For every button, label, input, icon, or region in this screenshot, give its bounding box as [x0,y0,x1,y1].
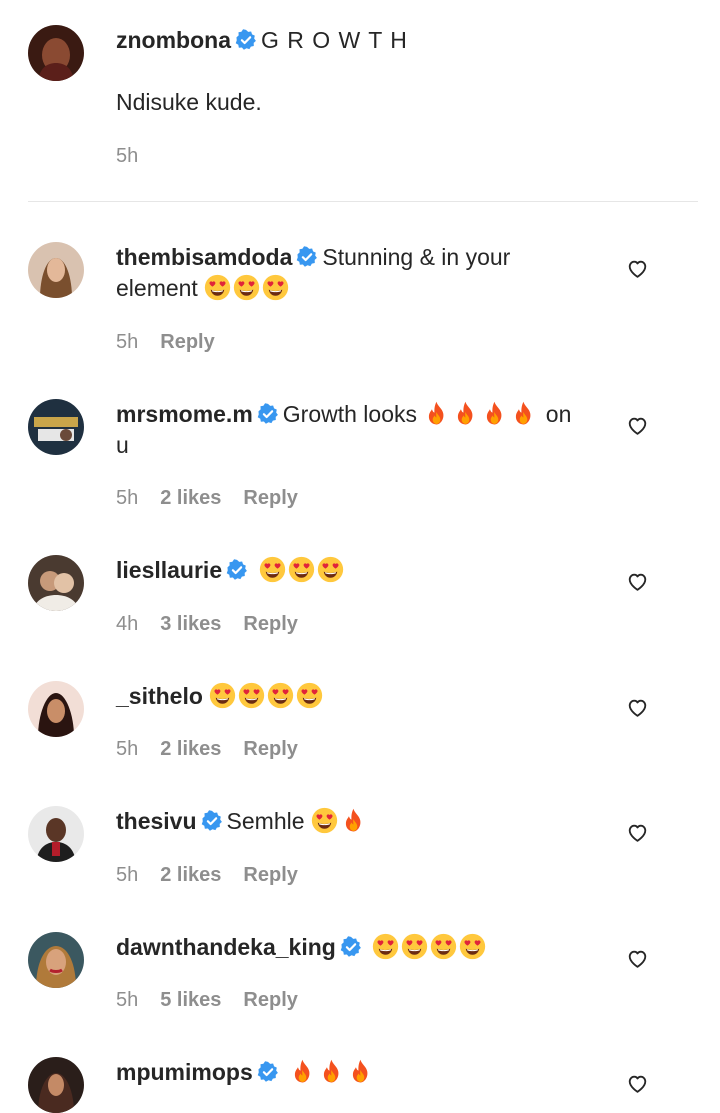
caption-headline: G R O W T H [261,27,408,53]
fire-emoji-icon [340,807,367,834]
reply-button[interactable]: Reply [243,738,297,761]
avatar[interactable] [28,399,84,455]
comment-body: Growth looks [282,401,417,427]
likes-count[interactable]: 5 likes [160,989,221,1012]
comment-meta: 5h 2 likes Reply [116,738,298,761]
username[interactable]: thesivu [116,808,197,834]
comment-body-suffix: on [545,401,572,427]
heart-eyes-emoji-icon [311,807,338,834]
heart-eyes-emoji-icon [459,933,486,960]
timestamp: 5h [116,989,139,1011]
fire-emoji-icon [452,400,479,427]
reply-button[interactable]: Reply [160,331,214,354]
likes-count[interactable]: 2 likes [160,738,221,761]
avatar[interactable] [28,555,84,611]
avatar[interactable] [28,242,84,298]
username[interactable]: mpumimops [116,1059,253,1085]
avatar[interactable] [28,681,84,737]
comment-meta: 5h 5 likes Reply [116,989,298,1012]
heart-eyes-emoji-icon [296,682,323,709]
reply-button[interactable]: Reply [243,989,297,1012]
comment-text: mrsmome.m Growth looks on u [116,399,610,461]
comment-meta: 4h 3 likes Reply [116,613,298,636]
heart-eyes-emoji-icon [259,556,286,583]
heart-eyes-emoji-icon [204,274,231,301]
comment-text: _sithelo [116,681,610,712]
username[interactable]: _sithelo [116,683,203,709]
comment-meta: 5h 2 likes Reply [116,864,298,887]
username[interactable]: znombona [116,27,231,53]
fire-emoji-icon [510,400,537,427]
heart-eyes-emoji-icon [401,933,428,960]
reply-button[interactable]: Reply [243,613,297,636]
username[interactable]: liesllaurie [116,557,222,583]
avatar[interactable] [28,25,84,81]
comment-meta: 5h Reply [116,331,215,354]
comment-text: dawnthandeka_king [116,932,610,963]
timestamp: 5h [116,738,139,760]
caption-text: Ndisuke kude. [116,89,262,115]
comment-meta: 5h 2 likes Reply [116,487,298,510]
heart-outline-icon[interactable] [626,571,649,593]
heart-outline-icon[interactable] [626,822,649,844]
heart-eyes-emoji-icon [288,556,315,583]
likes-count[interactable]: 3 likes [160,613,221,636]
likes-count[interactable]: 2 likes [160,487,221,510]
heart-eyes-emoji-icon [233,274,260,301]
comment-body-line2: u [116,432,129,458]
heart-outline-icon[interactable] [626,258,649,280]
heart-outline-icon[interactable] [626,1073,649,1095]
caption-header: znombona G R O W T H [116,25,610,56]
comment-text: thembisamdoda Stunning & in your element [116,242,610,304]
comment-text: thesivu Semhle [116,806,610,837]
heart-eyes-emoji-icon [267,682,294,709]
comment-text: liesllaurie [116,555,610,586]
heart-eyes-emoji-icon [430,933,457,960]
fire-emoji-icon [318,1058,345,1085]
comment-body: Semhle [226,808,305,834]
comment-text: mpumimops [116,1057,610,1088]
avatar[interactable] [28,806,84,862]
divider [28,201,698,202]
verified-badge-icon [201,810,223,832]
timestamp: 4h [116,613,139,635]
heart-outline-icon[interactable] [626,697,649,719]
timestamp: 5h [116,145,139,167]
fire-emoji-icon [289,1058,316,1085]
heart-outline-icon[interactable] [626,415,649,437]
reply-button[interactable]: Reply [243,864,297,887]
verified-badge-icon [235,29,257,51]
avatar[interactable] [28,932,84,988]
heart-eyes-emoji-icon [262,274,289,301]
verified-badge-icon [257,403,279,425]
avatar[interactable] [28,1057,84,1113]
heart-eyes-emoji-icon [317,556,344,583]
verified-badge-icon [296,246,318,268]
reply-button[interactable]: Reply [243,487,297,510]
username[interactable]: mrsmome.m [116,401,253,427]
verified-badge-icon [257,1061,279,1083]
fire-emoji-icon [347,1058,374,1085]
heart-eyes-emoji-icon [372,933,399,960]
timestamp: 5h [116,487,139,509]
heart-eyes-emoji-icon [209,682,236,709]
likes-count[interactable]: 2 likes [160,864,221,887]
comment-body: Stunning & in your [322,244,511,270]
timestamp: 5h [116,864,139,886]
heart-outline-icon[interactable] [626,948,649,970]
fire-emoji-icon [481,400,508,427]
timestamp: 5h [116,331,139,353]
username[interactable]: dawnthandeka_king [116,934,336,960]
caption-meta: 5h [116,145,138,168]
username[interactable]: thembisamdoda [116,244,292,270]
heart-eyes-emoji-icon [238,682,265,709]
fire-emoji-icon [423,400,450,427]
verified-badge-icon [340,936,362,958]
comment-body-line2: element [116,275,198,301]
verified-badge-icon [226,559,248,581]
